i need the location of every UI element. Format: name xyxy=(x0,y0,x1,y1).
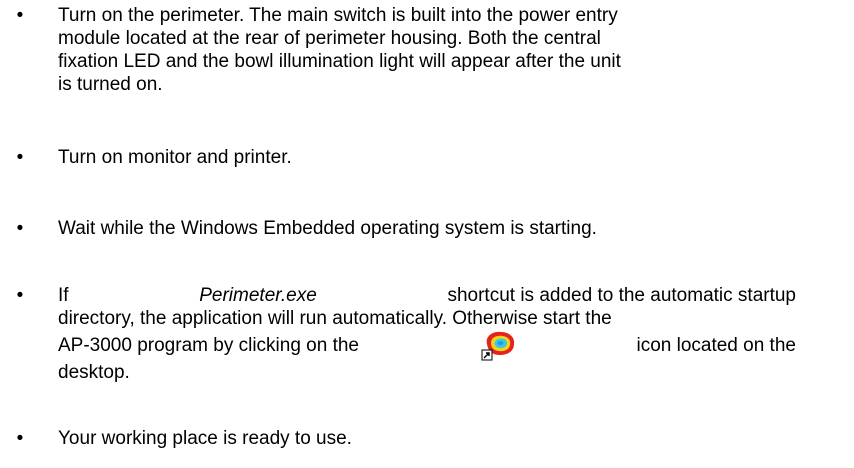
bullet: • xyxy=(16,147,24,168)
item-line: module located at the rear of perimeter … xyxy=(58,28,601,49)
item-line: desktop. xyxy=(58,362,130,383)
perimeter-shortcut-icon-graphic xyxy=(481,331,514,361)
perimeter-exe-filename: Perimeter.exe xyxy=(199,285,317,306)
item-text: Turn on the perimeter. The main switch i… xyxy=(58,4,796,96)
bullet: • xyxy=(16,285,24,306)
perimeter-shortcut-icon[interactable] xyxy=(481,330,517,361)
item-line: is turned on. xyxy=(58,74,163,95)
bullet: • xyxy=(16,5,24,26)
bullet: • xyxy=(16,218,24,239)
item-line: icon located on the xyxy=(636,335,796,356)
item-line: directory, the application will run auto… xyxy=(58,308,612,329)
word-if: If xyxy=(58,285,69,306)
item-line-rest: shortcut is added to the automatic start… xyxy=(447,285,796,306)
item-line: AP-3000 program by clicking on the xyxy=(58,335,359,356)
item-text: Turn on monitor and printer. xyxy=(58,147,292,168)
item-text: If Perimeter.exe shortcut is added to th… xyxy=(58,284,796,384)
instruction-page: • Turn on the perimeter. The main switch… xyxy=(0,0,854,468)
item-line: Turn on the perimeter. The main switch i… xyxy=(58,5,618,26)
item-line: fixation LED and the bowl illumination l… xyxy=(58,51,621,72)
bullet: • xyxy=(16,428,24,449)
item-text: Your working place is ready to use. xyxy=(58,428,352,449)
item-text: Wait while the Windows Embedded operatin… xyxy=(58,218,597,239)
